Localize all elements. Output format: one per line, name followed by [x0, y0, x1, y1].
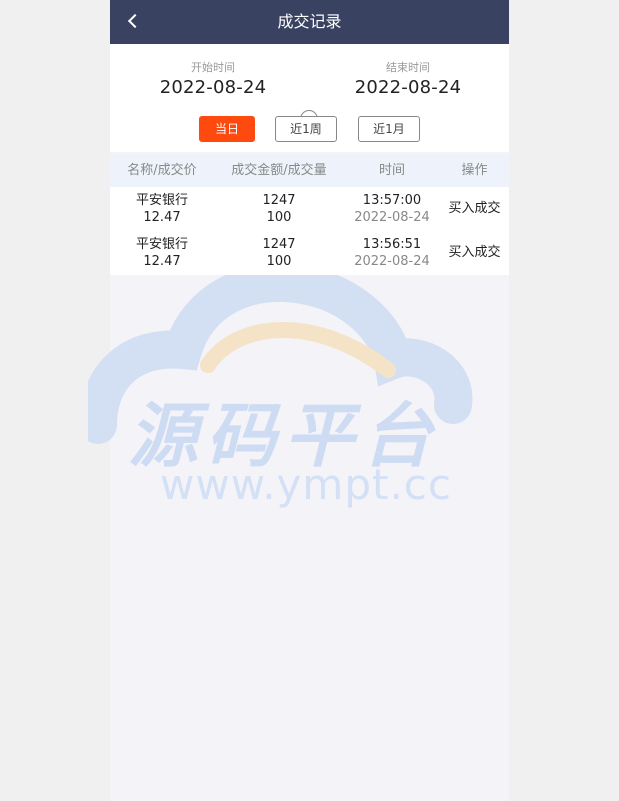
- name-price-cell: 平安银行 12.47: [110, 192, 214, 226]
- start-date-value[interactable]: 2022-08-24: [138, 76, 288, 100]
- column-header-time: 时间: [378, 163, 405, 178]
- time-cell: 13:57:00 2022-08-24: [334, 192, 450, 226]
- range-week-button[interactable]: 近1周: [275, 116, 337, 142]
- trade-action[interactable]: 买入成交: [440, 200, 509, 218]
- trade-time: 13:57:00: [362, 193, 422, 208]
- trade-volume: 100: [266, 210, 292, 225]
- column-header-name-price: 名称/成交价: [127, 163, 197, 178]
- table-row[interactable]: 平安银行 12.47 1247 100 13:57:00 2022-08-24 …: [110, 187, 509, 231]
- page-title: 成交记录: [277, 12, 342, 31]
- watermark-url: www.ympt.cc: [160, 460, 452, 509]
- trade-price: 12.47: [143, 254, 181, 269]
- start-date-label: 开始时间: [191, 61, 235, 74]
- start-date-picker[interactable]: 开始时间 2022-08-24: [138, 61, 288, 100]
- trade-date: 2022-08-24: [354, 254, 430, 269]
- range-month-button[interactable]: 近1月: [358, 116, 420, 142]
- top-bar: 成交记录: [110, 0, 509, 44]
- trade-amount: 1247: [262, 193, 296, 208]
- column-header-amount-volume: 成交金额/成交量: [231, 163, 327, 178]
- trade-volume: 100: [266, 254, 292, 269]
- column-header-action: 操作: [461, 163, 488, 178]
- table-row[interactable]: 平安银行 12.47 1247 100 13:56:51 2022-08-24 …: [110, 231, 509, 275]
- end-date-value[interactable]: 2022-08-24: [333, 76, 483, 100]
- stock-name: 平安银行: [135, 237, 188, 252]
- trade-time: 13:56:51: [362, 237, 422, 252]
- end-date-picker[interactable]: 结束时间 2022-08-24: [333, 61, 483, 100]
- end-date-label: 结束时间: [386, 61, 430, 74]
- amount-volume-cell: 1247 100: [214, 192, 344, 226]
- trade-table-body: 平安银行 12.47 1247 100 13:57:00 2022-08-24 …: [110, 187, 509, 275]
- amount-volume-cell: 1247 100: [214, 236, 344, 270]
- name-price-cell: 平安银行 12.47: [110, 236, 214, 270]
- trade-action[interactable]: 买入成交: [440, 244, 509, 262]
- table-header: 名称/成交价 成交金额/成交量 时间 操作: [110, 154, 509, 187]
- stock-name: 平安银行: [135, 193, 188, 208]
- range-today-button[interactable]: 当日: [199, 116, 255, 142]
- trade-date: 2022-08-24: [354, 210, 430, 225]
- trade-amount: 1247: [262, 237, 296, 252]
- time-cell: 13:56:51 2022-08-24: [334, 236, 450, 270]
- trade-price: 12.47: [143, 210, 181, 225]
